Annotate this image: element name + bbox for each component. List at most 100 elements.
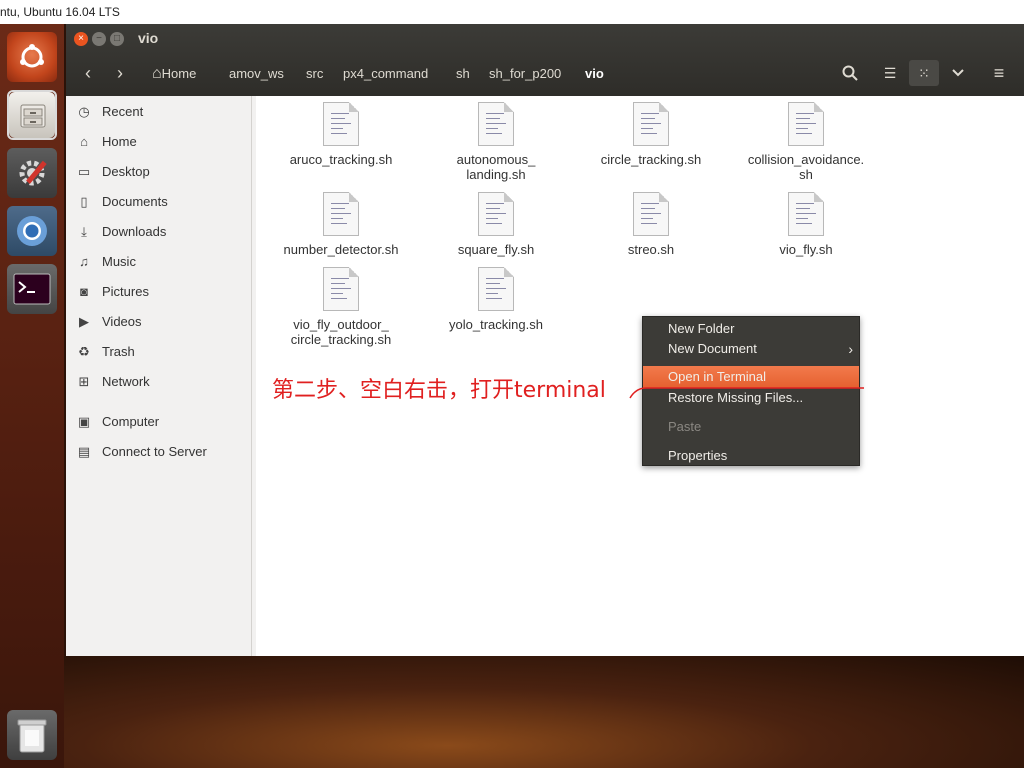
tutorial-annotation: 第二步、空白右击，打开terminal: [272, 378, 606, 403]
chromium-launcher-button[interactable]: [7, 206, 57, 256]
minimize-window-button[interactable]: −: [92, 32, 106, 46]
sidebar-item-videos[interactable]: ▶ Videos: [66, 308, 252, 336]
sidebar-item-desktop[interactable]: ▭ Desktop: [66, 158, 252, 186]
sidebar: ◷ Recent ⌂ Home ▭ Desktop ▯ Documents ⤓ Downl…: [66, 96, 252, 656]
file-name: yolo_tracking.sh: [449, 317, 543, 332]
chevron-down-icon: [952, 69, 964, 77]
settings-launcher-button[interactable]: [7, 148, 57, 198]
menu-item-label: New Document: [668, 341, 757, 356]
sidebar-item-documents[interactable]: ▯ Documents: [66, 188, 252, 216]
ubuntu-icon: [20, 44, 44, 68]
breadcrumb-home[interactable]: ⌂Home: [152, 62, 196, 86]
forward-button[interactable]: ›: [106, 60, 134, 86]
file-name: aruco_tracking.sh: [289, 152, 393, 167]
file-item[interactable]: aruco_tracking.sh: [266, 102, 416, 167]
file-name: autonomous_ landing.sh: [456, 152, 536, 182]
launcher: [0, 24, 64, 768]
breadcrumb-sh[interactable]: sh: [456, 62, 470, 86]
submenu-arrow-icon: ›: [848, 341, 853, 357]
sidebar-item-music[interactable]: ♫ Music: [66, 248, 252, 276]
breadcrumb-px4-command[interactable]: px4_command: [343, 62, 428, 86]
file-item[interactable]: streo.sh: [576, 192, 726, 257]
menu-item-properties[interactable]: Properties: [643, 445, 859, 467]
sidebar-item-label: Home: [102, 134, 137, 149]
shell-script-icon: [478, 102, 514, 146]
sidebar-item-label: Pictures: [102, 284, 149, 299]
sidebar-item-computer[interactable]: ▣ Computer: [66, 408, 252, 436]
menu-item-new-document[interactable]: New Document ›: [643, 338, 859, 360]
file-item[interactable]: autonomous_ landing.sh: [421, 102, 571, 182]
chevron-left-icon: ‹: [85, 63, 91, 83]
files-launcher-button[interactable]: [7, 90, 57, 140]
sidebar-item-label: Connect to Server: [102, 444, 207, 459]
ubuntu-logo-button[interactable]: [7, 32, 57, 82]
sidebar-item-connect-to-server[interactable]: ▤ Connect to Server: [66, 438, 252, 466]
os-title-bar: ntu, Ubuntu 16.04 LTS: [0, 0, 1024, 24]
sidebar-item-label: Videos: [102, 314, 142, 329]
menu-item-new-folder[interactable]: New Folder: [643, 318, 859, 340]
hamburger-menu-icon: ≡: [993, 63, 1005, 83]
sidebar-item-pictures[interactable]: ◙ Pictures: [66, 278, 252, 306]
shell-script-icon: [788, 102, 824, 146]
trash-launcher-button[interactable]: [7, 710, 57, 760]
breadcrumb-vio[interactable]: vio: [585, 62, 604, 86]
breadcrumb-amov-ws[interactable]: amov_ws: [229, 62, 284, 86]
breadcrumb-sh-for-p200[interactable]: sh_for_p200: [489, 62, 561, 86]
shell-script-icon: [788, 192, 824, 236]
sidebar-item-recent[interactable]: ◷ Recent: [66, 98, 252, 126]
view-options-dropdown[interactable]: [943, 60, 973, 86]
clock-icon: ◷: [78, 104, 90, 119]
file-item[interactable]: number_detector.sh: [266, 192, 416, 257]
shell-script-icon: [323, 267, 359, 311]
home-icon: ⌂: [80, 134, 88, 149]
window-title: vio: [138, 30, 159, 46]
download-icon: ⤓: [81, 224, 87, 239]
shell-script-icon: [478, 192, 514, 236]
sidebar-item-label: Computer: [102, 414, 160, 429]
back-button[interactable]: ‹: [74, 60, 102, 86]
sidebar-item-home[interactable]: ⌂ Home: [66, 128, 252, 156]
list-view-button[interactable]: ☰: [875, 60, 905, 86]
file-name: vio_fly_outdoor_ circle_tracking.sh: [290, 317, 392, 347]
terminal-launcher-button[interactable]: [7, 264, 57, 314]
file-name: vio_fly.sh: [779, 242, 833, 257]
server-icon: ▤: [77, 444, 91, 459]
sidebar-item-network[interactable]: ⊞ Network: [66, 368, 252, 396]
camera-icon: ◙: [80, 284, 88, 299]
search-icon: [842, 65, 858, 81]
shell-script-icon: [633, 192, 669, 236]
maximize-window-button[interactable]: □: [110, 32, 124, 46]
sidebar-item-label: Trash: [102, 344, 135, 359]
app-menu-button[interactable]: ≡: [984, 60, 1014, 86]
terminal-icon: [13, 273, 51, 305]
file-item[interactable]: square_fly.sh: [421, 192, 571, 257]
grid-view-button[interactable]: ⁙: [909, 60, 939, 86]
file-name: square_fly.sh: [457, 242, 535, 257]
sidebar-item-trash[interactable]: ♻ Trash: [66, 338, 252, 366]
sidebar-item-label: Documents: [102, 194, 168, 209]
computer-icon: ▣: [77, 414, 91, 429]
shell-script-icon: [478, 267, 514, 311]
music-icon: ♫: [79, 254, 89, 269]
file-item[interactable]: vio_fly.sh: [731, 192, 881, 257]
shell-script-icon: [633, 102, 669, 146]
file-item[interactable]: yolo_tracking.sh: [421, 267, 571, 332]
file-name: collision_avoidance. sh: [747, 152, 865, 182]
annotation-underline: [629, 387, 864, 399]
close-window-button[interactable]: ×: [74, 32, 88, 46]
file-cabinet-icon: [20, 104, 46, 128]
chromium-icon: [17, 216, 47, 246]
sidebar-item-label: Recent: [102, 104, 144, 119]
sidebar-item-label: Desktop: [102, 164, 150, 179]
sidebar-item-downloads[interactable]: ⤓ Downloads: [66, 218, 252, 246]
file-item[interactable]: circle_tracking.sh: [576, 102, 726, 167]
file-item[interactable]: collision_avoidance. sh: [731, 102, 881, 182]
home-icon: ⌂: [152, 65, 162, 82]
search-button[interactable]: [835, 60, 865, 86]
file-item[interactable]: vio_fly_outdoor_ circle_tracking.sh: [266, 267, 416, 347]
document-icon: ▯: [80, 194, 88, 209]
breadcrumb-src[interactable]: src: [306, 62, 323, 86]
desktop-wallpaper: [64, 656, 1024, 768]
network-icon: ⊞: [78, 374, 90, 389]
file-name: circle_tracking.sh: [600, 152, 702, 167]
